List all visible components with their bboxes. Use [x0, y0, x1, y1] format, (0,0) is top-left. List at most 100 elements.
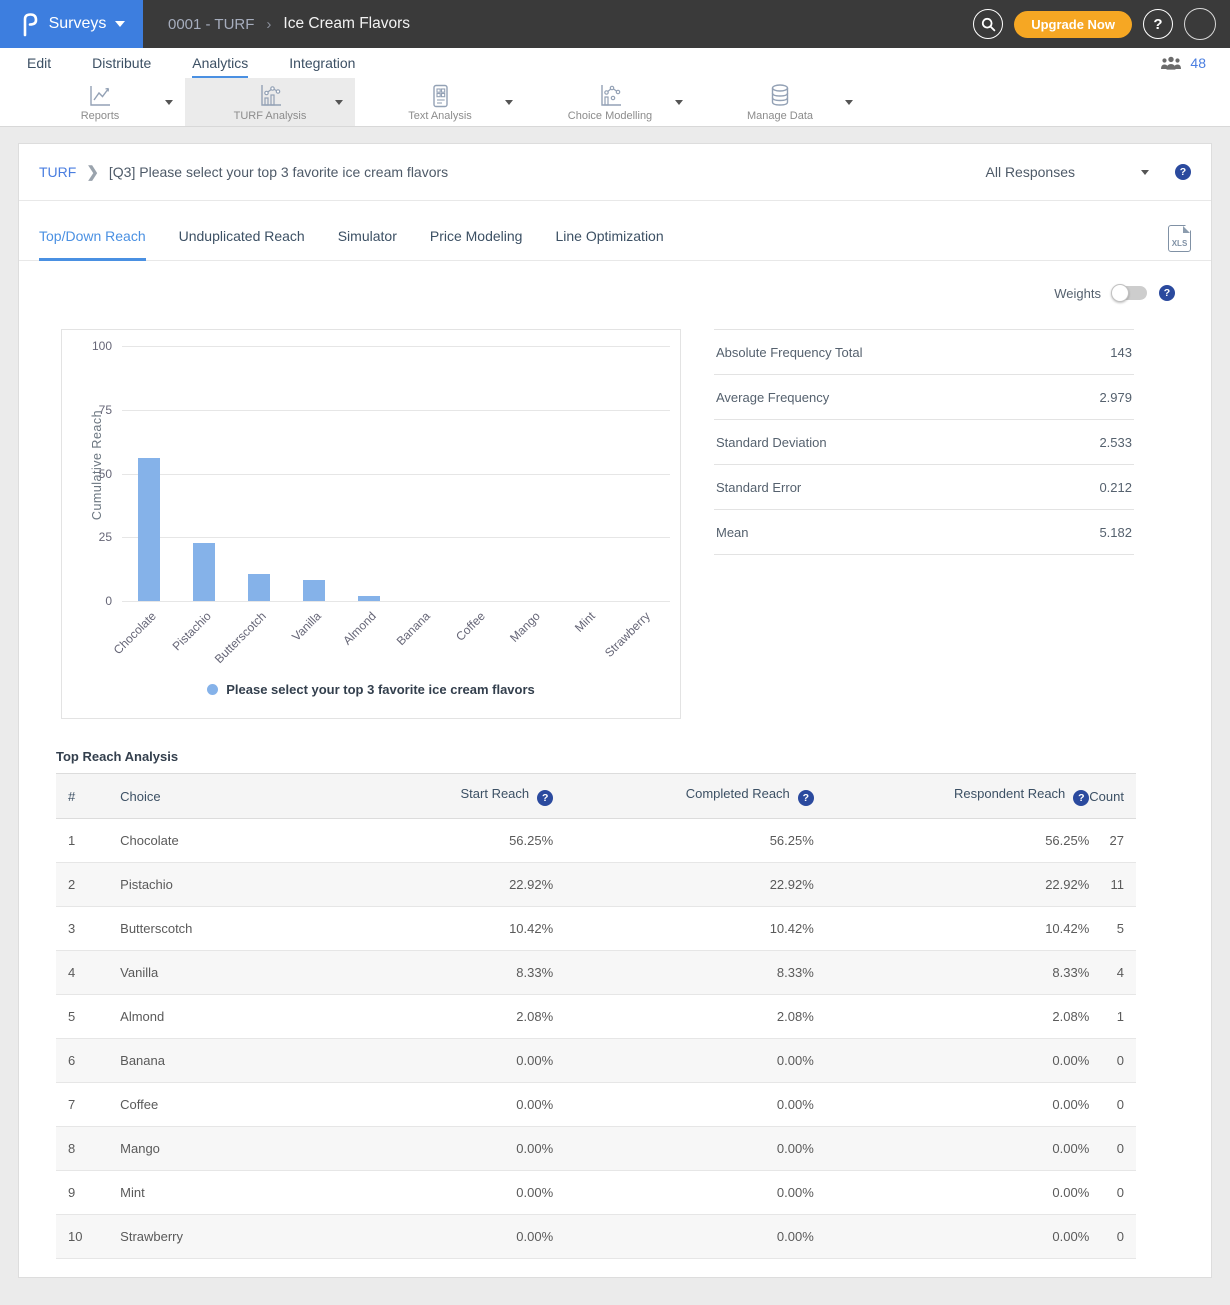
chart-bar-chocolate[interactable]	[138, 458, 160, 601]
tab-price-modeling[interactable]: Price Modeling	[430, 228, 523, 261]
chart-legend[interactable]: Please select your top 3 favorite ice cr…	[62, 682, 680, 697]
breadcrumb-survey-name: Ice Cream Flavors	[283, 15, 410, 33]
help-icon[interactable]: ?	[798, 790, 814, 806]
stat-row: Average Frequency2.979	[714, 375, 1134, 420]
table-cell: 56.25%	[553, 819, 814, 863]
help-icon[interactable]: ?	[1175, 164, 1191, 180]
respondent-count[interactable]: 48	[1190, 55, 1206, 71]
breadcrumb-project[interactable]: 0001 - TURF	[168, 16, 254, 33]
chart-bar-vanilla[interactable]	[303, 580, 325, 601]
stat-label: Mean	[716, 525, 749, 540]
column-header-choice: Choice	[120, 774, 366, 819]
chart-bar-almond[interactable]	[358, 596, 380, 601]
table-cell: Almond	[120, 995, 366, 1039]
stat-label: Absolute Frequency Total	[716, 345, 862, 360]
table-row: 2Pistachio22.92%22.92%22.92%11	[56, 863, 1136, 907]
table-cell: 0	[1089, 1127, 1136, 1171]
y-axis-tick: 100	[62, 339, 112, 353]
x-axis-label: Strawberry	[602, 609, 653, 660]
stat-value: 0.212	[1099, 480, 1132, 495]
x-axis-label: Butterscotch	[212, 609, 269, 666]
table-cell: 0.00%	[366, 1215, 553, 1259]
nav-item-edit[interactable]: Edit	[27, 48, 51, 78]
product-name: Surveys	[49, 15, 107, 33]
weights-toggle[interactable]	[1113, 286, 1147, 300]
nav-item-distribute[interactable]: Distribute	[92, 48, 151, 78]
avatar[interactable]	[1184, 8, 1216, 40]
export-xls-button[interactable]: XLS	[1168, 225, 1191, 252]
x-axis-label: Chocolate	[111, 609, 159, 657]
table-cell: Vanilla	[120, 951, 366, 995]
search-icon	[981, 17, 996, 32]
chevron-right-icon: ›	[266, 16, 271, 33]
table-cell: Pistachio	[120, 863, 366, 907]
table-cell: 0.00%	[814, 1039, 1090, 1083]
chart-bar-butterscotch[interactable]	[248, 574, 270, 601]
table-row: 8Mango0.00%0.00%0.00%0	[56, 1127, 1136, 1171]
questionpro-logo-icon	[18, 11, 40, 37]
table-cell: 8	[56, 1127, 120, 1171]
tab-simulator[interactable]: Simulator	[338, 228, 397, 261]
table-row: 4Vanilla8.33%8.33%8.33%4	[56, 951, 1136, 995]
responses-filter-dropdown[interactable]: All Responses ?	[986, 164, 1192, 180]
table-cell: 0.00%	[553, 1215, 814, 1259]
x-axis-label: Pistachio	[170, 609, 214, 653]
chart-bar-pistachio[interactable]	[193, 543, 215, 601]
toolbar-item-choice-modelling[interactable]: Choice Modelling	[525, 78, 695, 126]
table-cell: 10.42%	[814, 907, 1090, 951]
surveys-menu[interactable]: Surveys	[0, 0, 143, 48]
toolbar-item-reports[interactable]: Reports	[15, 78, 185, 126]
nav-item-integration[interactable]: Integration	[289, 48, 355, 78]
table-cell: 8.33%	[814, 951, 1090, 995]
chevron-down-icon	[845, 100, 853, 105]
help-icon[interactable]: ?	[1073, 790, 1089, 806]
column-header-rank: #	[56, 774, 120, 819]
x-axis-label: Coffee	[453, 609, 488, 644]
weights-control: Weights ?	[19, 285, 1175, 301]
top-reach-table: # Choice Start Reach? Completed Reach? R…	[56, 773, 1136, 1259]
y-axis-tick: 0	[62, 594, 112, 608]
table-row: 10Strawberry0.00%0.00%0.00%0	[56, 1215, 1136, 1259]
toolbar-item-manage-data[interactable]: Manage Data	[695, 78, 865, 126]
responses-filter-value: All Responses	[986, 164, 1076, 180]
toolbar-item-text-analysis[interactable]: Text Analysis	[355, 78, 525, 126]
table-cell: 10	[56, 1215, 120, 1259]
table-cell: 7	[56, 1083, 120, 1127]
chevron-down-icon	[505, 100, 513, 105]
tab-unduplicated-reach[interactable]: Unduplicated Reach	[179, 228, 305, 261]
help-button[interactable]: ?	[1143, 9, 1173, 39]
search-button[interactable]	[973, 9, 1003, 39]
x-axis-label: Banana	[394, 609, 433, 648]
top-bar: Surveys 0001 - TURF › Ice Cream Flavors …	[0, 0, 1230, 48]
nav-item-analytics[interactable]: Analytics	[192, 48, 248, 78]
table-cell: 0.00%	[814, 1127, 1090, 1171]
upgrade-now-button[interactable]: Upgrade Now	[1014, 11, 1132, 38]
table-cell: 1	[56, 819, 120, 863]
table-cell: 0.00%	[366, 1083, 553, 1127]
table-cell: 0.00%	[366, 1127, 553, 1171]
table-cell: 0.00%	[814, 1215, 1090, 1259]
table-cell: Banana	[120, 1039, 366, 1083]
table-cell: 0.00%	[553, 1039, 814, 1083]
tab-line-optimization[interactable]: Line Optimization	[555, 228, 663, 261]
toolbar-item-turf-analysis[interactable]: TURF Analysis	[185, 78, 355, 126]
table-row: 6Banana0.00%0.00%0.00%0	[56, 1039, 1136, 1083]
table-header-row: # Choice Start Reach? Completed Reach? R…	[56, 774, 1136, 819]
xls-icon: XLS	[1169, 239, 1190, 248]
legend-marker-icon	[207, 684, 218, 695]
table-cell: 2.08%	[553, 995, 814, 1039]
table-cell: 4	[56, 951, 120, 995]
help-icon[interactable]: ?	[537, 790, 553, 806]
table-cell: 22.92%	[366, 863, 553, 907]
table-cell: 3	[56, 907, 120, 951]
breadcrumb-turf-link[interactable]: TURF	[39, 164, 76, 180]
legend-label: Please select your top 3 favorite ice cr…	[226, 682, 535, 697]
stat-label: Standard Deviation	[716, 435, 827, 450]
stat-row: Absolute Frequency Total143	[714, 330, 1134, 375]
stat-row: Standard Error0.212	[714, 465, 1134, 510]
help-icon[interactable]: ?	[1159, 285, 1175, 301]
table-row: 7Coffee0.00%0.00%0.00%0	[56, 1083, 1136, 1127]
tab-top-down-reach[interactable]: Top/Down Reach	[39, 228, 146, 261]
table-cell: 11	[1089, 863, 1136, 907]
stat-value: 2.979	[1099, 390, 1132, 405]
